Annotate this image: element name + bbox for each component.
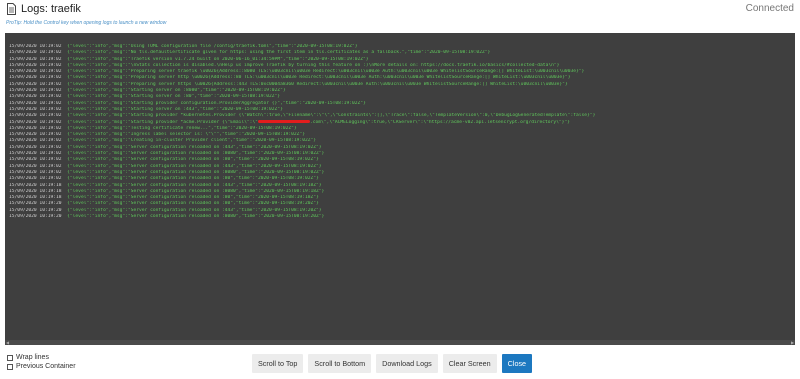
log-options: Wrap lines Previous Container xyxy=(7,353,76,371)
log-timestamp: 15/09/2020 10:19:02 xyxy=(9,157,62,163)
log-timestamp: 15/09/2020 10:19:02 xyxy=(9,88,62,94)
log-message: {"level":"info","msg":"Server configurat… xyxy=(67,195,319,201)
log-timestamp: 15/09/2020 10:19:20 xyxy=(9,214,62,220)
log-timestamp: 15/09/2020 10:19:20 xyxy=(9,207,62,213)
wrap-lines-checkbox[interactable] xyxy=(7,354,13,361)
log-timestamp: 15/09/2020 10:19:02 xyxy=(9,69,62,75)
scroll-to-bottom-button[interactable]: Scroll to Bottom xyxy=(308,354,372,373)
log-timestamp: 15/09/2020 10:19:02 xyxy=(9,144,62,150)
log-message-continued: .com\",\"ACMELogging\":true,\"CAServer\"… xyxy=(309,119,570,125)
protip-text: ProTip: Hold the Control key when openin… xyxy=(6,20,167,26)
log-message: {"level":"info","msg":"Starting server o… xyxy=(67,88,286,94)
log-message: {"level":"info","msg":"Ingress label sel… xyxy=(67,132,305,138)
scroll-left-icon[interactable]: ◀ xyxy=(5,340,10,345)
log-message: {"level":"info","msg":"Starting provider… xyxy=(67,100,366,106)
log-timestamp: 15/09/2020 10:19:02 xyxy=(9,56,62,62)
page-title: Logs: traefik xyxy=(21,3,81,15)
log-message: {"level":"info","msg":"Using TOML config… xyxy=(67,44,358,49)
previous-container-option[interactable]: Previous Container xyxy=(7,362,76,371)
clear-screen-button[interactable]: Clear Screen xyxy=(442,354,497,373)
document-icon xyxy=(7,3,16,15)
log-message: {"level":"info","msg":"Starting server o… xyxy=(67,94,281,100)
log-message: {"level":"info","msg":"Server configurat… xyxy=(67,144,322,150)
log-timestamp: 15/09/2020 10:19:02 xyxy=(9,125,62,131)
log-timestamp: 15/09/2020 10:19:02 xyxy=(9,169,62,175)
scroll-to-top-button[interactable]: Scroll to Top xyxy=(252,354,304,373)
log-message: {"level":"info","msg":"No tls.defaultCer… xyxy=(67,50,491,56)
log-message: {"level":"info","msg":"Server configurat… xyxy=(67,207,322,213)
log-message: {"level":"info","msg":"Testing certifica… xyxy=(67,125,297,131)
wrap-lines-option[interactable]: Wrap lines xyxy=(7,353,76,362)
title-group: Logs: traefik xyxy=(6,3,81,15)
log-message: {"level":"info","msg":"Server configurat… xyxy=(67,163,322,169)
log-timestamp: 15/09/2020 10:19:02 xyxy=(9,151,62,157)
log-message: {"level":"info","msg":"Preparing server … xyxy=(67,81,568,87)
log-timestamp: 15/09/2020 10:19:02 xyxy=(9,106,62,112)
log-lines: 15/09/2020 10:19:02 {"level":"info","msg… xyxy=(9,44,785,220)
log-message: {"level":"info","msg":"Creating in-clust… xyxy=(67,138,317,144)
log-timestamp: 15/09/2020 10:19:02 xyxy=(9,176,62,182)
log-timestamp: 15/09/2020 10:19:02 xyxy=(9,163,62,169)
log-message: {"level":"info","msg":"Server configurat… xyxy=(67,169,325,175)
log-timestamp: 15/09/2020 10:19:02 xyxy=(9,113,62,119)
log-message: {"level":"info","msg":"Preparing server … xyxy=(67,69,585,75)
log-timestamp: 15/09/2020 10:19:02 xyxy=(9,44,62,49)
logs-header: Logs: traefik Connected xyxy=(6,3,794,17)
log-timestamp: 15/09/2020 10:19:02 xyxy=(9,75,62,81)
log-message: {"level":"info","msg":"Server configurat… xyxy=(67,157,319,163)
log-message: {"level":"info","msg":"Server configurat… xyxy=(67,151,325,157)
log-message: {"level":"info","msg":"Traefik version v… xyxy=(67,56,369,62)
log-timestamp: 15/09/2020 10:19:18 xyxy=(9,182,62,188)
log-output-panel[interactable]: 15/09/2020 10:19:02 {"level":"info","msg… xyxy=(5,33,795,345)
log-message: {"level":"info","msg":"Server configurat… xyxy=(67,188,325,194)
action-buttons: Scroll to Top Scroll to Bottom Download … xyxy=(252,354,533,373)
previous-container-label: Previous Container xyxy=(16,363,76,370)
log-timestamp: 15/09/2020 10:19:20 xyxy=(9,201,62,207)
horizontal-scrollbar[interactable]: ◀ ▶ xyxy=(5,340,795,345)
close-button[interactable]: Close xyxy=(501,354,533,373)
log-line: 15/09/2020 10:19:20 {"level":"info","msg… xyxy=(9,214,785,220)
log-timestamp: 15/09/2020 10:19:02 xyxy=(9,81,62,87)
log-timestamp: 15/09/2020 10:19:02 xyxy=(9,94,62,100)
log-timestamp: 15/09/2020 10:19:02 xyxy=(9,119,62,125)
log-timestamp: 15/09/2020 10:19:02 xyxy=(9,100,62,106)
log-message: {"level":"info","msg":"Starting provider… xyxy=(67,119,258,125)
log-message: {"level":"info","msg":"Server configurat… xyxy=(67,214,325,220)
log-timestamp: 15/09/2020 10:19:02 xyxy=(9,50,62,56)
previous-container-checkbox[interactable] xyxy=(7,363,13,370)
log-message: {"level":"info","msg":"Starting server o… xyxy=(67,106,283,112)
log-timestamp: 15/09/2020 10:19:18 xyxy=(9,195,62,201)
log-message: {"level":"info","msg":"Server configurat… xyxy=(67,182,322,188)
download-logs-button[interactable]: Download Logs xyxy=(376,354,438,373)
log-timestamp: 15/09/2020 10:19:02 xyxy=(9,138,62,144)
log-timestamp: 15/09/2020 10:19:02 xyxy=(9,62,62,68)
log-message: {"level":"info","msg":"Preparing server … xyxy=(67,75,571,81)
log-message: {"level":"info","msg":"Starting provider… xyxy=(67,113,596,119)
connection-status: Connected xyxy=(745,3,794,14)
scroll-right-icon[interactable]: ▶ xyxy=(790,340,795,345)
log-timestamp: 15/09/2020 10:19:18 xyxy=(9,188,62,194)
log-message: {"level":"info","msg":"Server configurat… xyxy=(67,201,319,207)
log-message: {"level":"info","msg":"Server configurat… xyxy=(67,176,319,182)
wrap-lines-label: Wrap lines xyxy=(16,354,49,361)
redaction-mark xyxy=(257,119,310,123)
log-timestamp: 15/09/2020 10:19:02 xyxy=(9,132,62,138)
log-message: {"level":"info","msg":"\nStats collectio… xyxy=(67,62,560,68)
